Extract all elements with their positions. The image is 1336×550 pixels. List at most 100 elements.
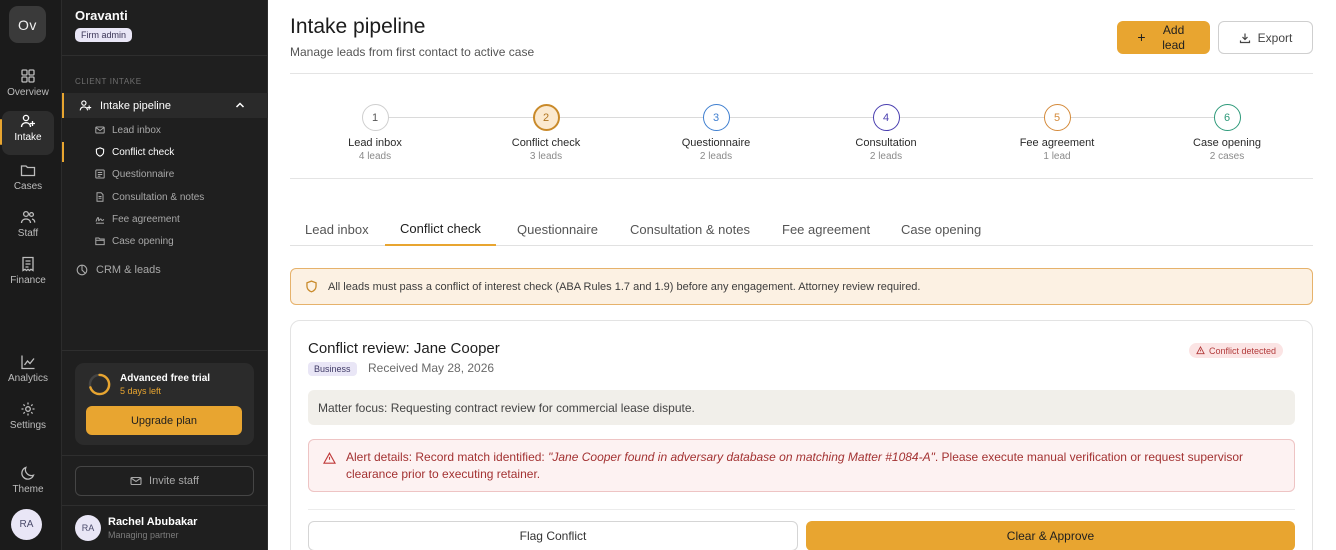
grid-icon [21,69,35,83]
conflict-review-card: Conflict review: Jane Cooper Business Re… [290,320,1313,550]
sidebar-item-label: Fee agreement [112,213,180,225]
step-conflict-check[interactable]: 2 Conflict check 3 leads [476,104,616,162]
alert-box: Alert details: Record match identified: … [308,439,1295,492]
folder-open-icon [95,237,105,246]
add-lead-label: Add lead [1162,22,1185,52]
icon-rail: Ov Overview Intake Cases Staff Finance A… [0,0,62,550]
step-label: Consultation [855,137,917,149]
user-role: Managing partner [108,530,179,540]
upgrade-plan-button[interactable]: Upgrade plan [86,406,242,435]
rail-item-settings[interactable]: Settings [2,399,54,443]
sidebar-item-label: Consultation & notes [112,191,205,203]
plus-icon: + [1137,29,1146,45]
sidebar-item-fee-agreement[interactable]: Fee agreement [62,209,268,229]
tab-consultation-notes[interactable]: Consultation & notes [615,213,765,245]
progress-ring-icon [88,373,111,396]
rail-label: Settings [9,420,47,431]
warning-icon [1196,346,1205,355]
trial-title: Advanced free trial [120,373,211,384]
received-date: Received May 28, 2026 [368,361,495,375]
divider [62,455,268,456]
moon-icon [21,466,35,480]
step-label: Lead inbox [348,137,402,149]
sidebar-item-consultation[interactable]: Consultation & notes [62,187,268,207]
users-icon [20,210,36,224]
rail-label: Intake [14,132,42,143]
divider [62,55,268,56]
divider [308,509,1295,510]
rail-label: Analytics [7,373,48,384]
rail-item-theme[interactable]: Theme [2,463,54,507]
step-lead-inbox[interactable]: 1 Lead inbox 4 leads [305,104,445,162]
nav-intake-pipeline[interactable]: Intake pipeline [62,93,268,118]
alert-text: Alert details: Record match identified: … [346,449,1276,483]
page-subtitle: Manage leads from first contact to activ… [290,45,535,59]
list-icon [95,169,105,179]
step-count: 4 leads [358,151,392,162]
signature-icon [95,216,105,224]
step-consultation[interactable]: 4 Consultation 2 leads [816,104,956,162]
rail-item-staff[interactable]: Staff [2,207,54,251]
page-title: Intake pipeline [290,15,426,38]
sidebar-item-case-opening[interactable]: Case opening [62,231,268,251]
download-icon [1239,33,1250,43]
receipt-icon [22,256,34,272]
divider [62,350,268,351]
step-number: 2 [532,104,560,131]
rail-label: Finance [10,275,46,286]
step-label: Case opening [1193,137,1261,149]
step-label: Conflict check [511,137,581,149]
step-questionnaire[interactable]: 3 Questionnaire 2 leads [646,104,786,162]
step-fee-agreement[interactable]: 5 Fee agreement 1 lead [987,104,1127,162]
rail-item-overview[interactable]: Overview [2,66,54,110]
invite-staff-label: Invite staff [149,475,199,487]
export-button[interactable]: Export [1218,21,1313,54]
user-plus-icon [20,114,35,128]
org-name: Oravanti [75,8,128,23]
tab-bar: Lead inbox Conflict check Questionnaire … [290,213,1313,246]
sidebar-item-lead-inbox[interactable]: Lead inbox [62,120,268,140]
compliance-notice: All leads must pass a conflict of intere… [290,268,1313,305]
tab-fee-agreement[interactable]: Fee agreement [767,213,885,245]
user-plus-icon [79,100,92,111]
add-lead-button[interactable]: + Add lead [1117,21,1210,54]
step-case-opening[interactable]: 6 Case opening 2 cases [1157,104,1297,162]
rail-label: Overview [7,87,49,98]
tab-lead-inbox[interactable]: Lead inbox [290,213,384,245]
status-badge: Conflict detected [1189,343,1284,358]
step-number: 1 [361,104,389,131]
shield-icon [95,147,105,157]
clear-approve-button[interactable]: Clear & Approve [806,521,1295,550]
mail-icon [95,126,105,134]
nav-label: Intake pipeline [100,99,171,112]
trial-days-left: 5 days left [120,386,162,396]
rail-item-cases[interactable]: Cases [2,160,54,204]
step-label: Questionnaire [681,137,751,149]
chevron-up-icon[interactable] [234,99,246,111]
user-avatar[interactable]: RA [75,515,101,541]
rail-item-intake[interactable]: Intake [0,111,54,155]
divider [62,505,268,506]
step-count: 1 lead [1043,151,1071,162]
rail-item-finance[interactable]: Finance [2,254,54,298]
role-badge: Firm admin [75,28,133,42]
flag-conflict-button[interactable]: Flag Conflict [308,521,798,550]
status-badge-label: Conflict detected [1209,345,1277,356]
invite-staff-button[interactable]: Invite staff [75,466,254,496]
tab-questionnaire[interactable]: Questionnaire [502,213,613,245]
step-count: 2 cases [1209,151,1245,162]
matter-focus: Matter focus: Requesting contract review… [308,390,1295,425]
tab-case-opening[interactable]: Case opening [886,213,996,245]
rail-item-analytics[interactable]: Analytics [2,352,54,396]
export-label: Export [1257,30,1293,45]
app-logo[interactable]: Ov [9,6,46,43]
avatar[interactable]: RA [11,509,42,540]
step-number: 6 [1213,104,1241,131]
tab-conflict-check[interactable]: Conflict check [385,213,496,246]
sidebar-item-conflict-check[interactable]: Conflict check [62,142,268,162]
nav-crm-leads[interactable]: CRM & leads [62,260,268,280]
sidebar-item-questionnaire[interactable]: Questionnaire [62,164,268,184]
step-number: 5 [1043,104,1071,131]
chart-icon [21,355,35,370]
mail-icon [130,476,142,486]
